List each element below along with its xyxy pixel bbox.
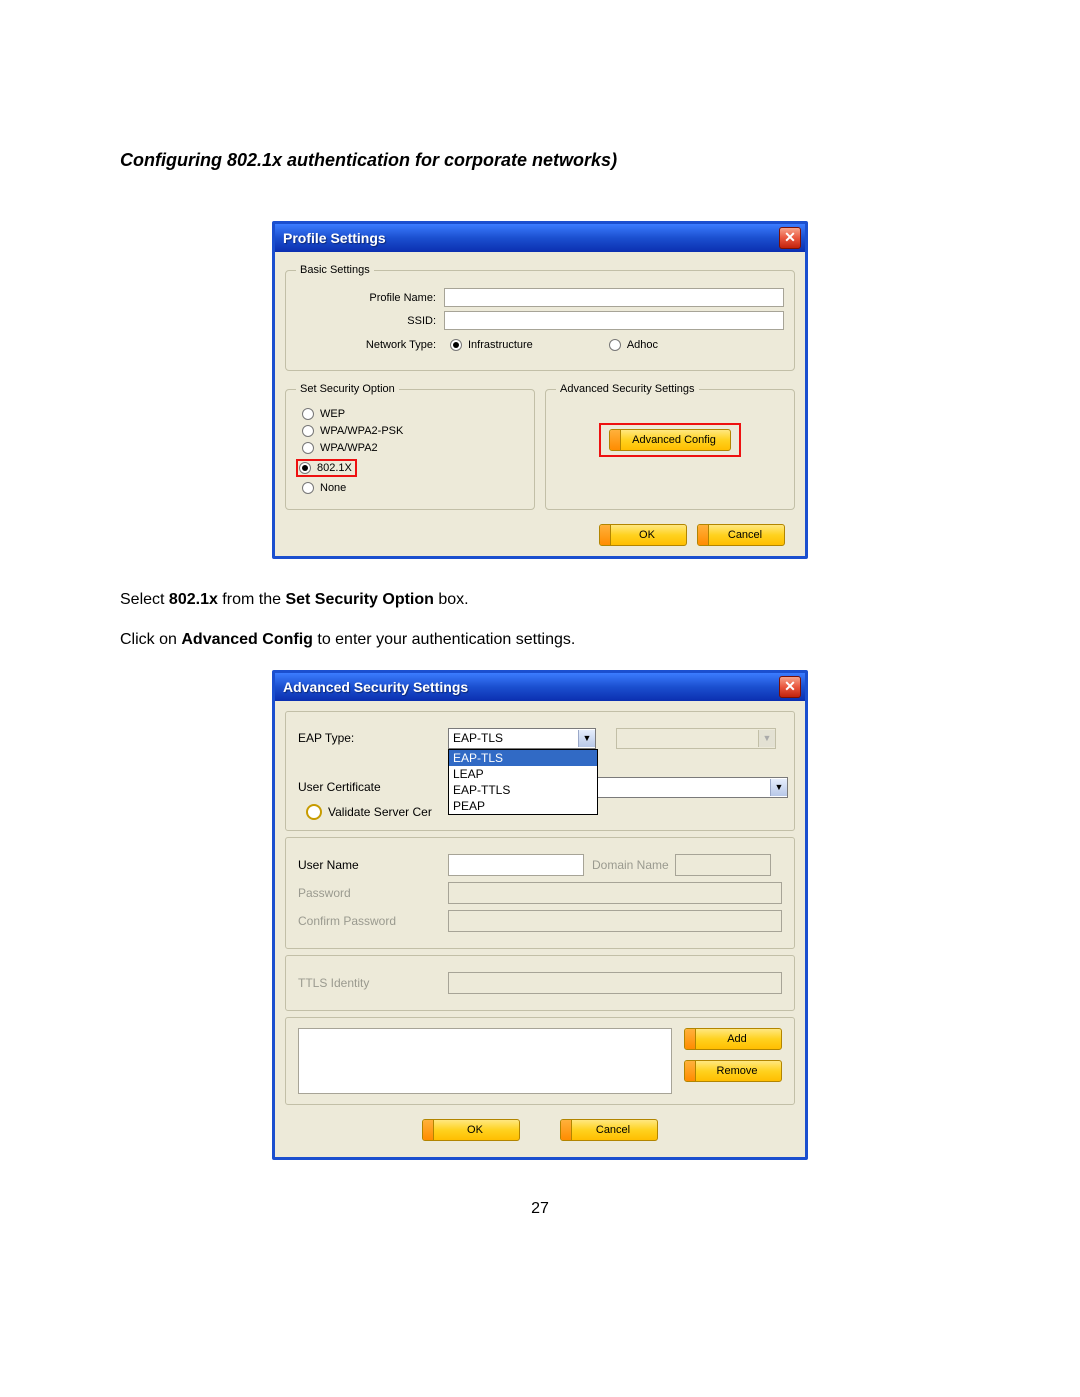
eap-type-dropdown: EAP-TLS LEAP EAP-TTLS PEAP [448,749,598,815]
security-option-legend: Set Security Option [296,383,399,395]
eap-type-select[interactable]: EAP-TLS ▼ EAP-TLS LEAP EAP-TTLS PEAP [448,728,596,749]
page-number: 27 [120,1200,960,1218]
chevron-down-icon: ▼ [770,779,787,796]
eap-subtype-select: ▼ [616,728,776,749]
instruction-2: Click on Advanced Config to enter your a… [120,629,960,651]
advanced-security-group: Advanced Security Settings Advanced Conf… [545,383,795,510]
eap-panel: EAP Type: EAP-TLS ▼ EAP-TLS LEAP EAP-TTL… [285,711,795,831]
security-wpa-psk[interactable]: WPA/WPA2-PSK [302,425,524,437]
security-wep[interactable]: WEP [302,408,524,420]
radio-label: Infrastructure [468,339,533,351]
profile-name-input[interactable] [444,288,784,307]
eap-type-label: EAP Type: [298,731,448,745]
credentials-panel: User Name Domain Name Password Confirm P… [285,837,795,949]
user-certificate-label: User Certificate [298,780,448,794]
instruction-1: Select 802.1x from the Set Security Opti… [120,589,960,611]
section-heading: Configuring 802.1x authentication for co… [120,150,960,171]
dropdown-option[interactable]: EAP-TLS [449,750,597,766]
confirm-password-input [448,910,782,932]
ttls-identity-label: TTLS Identity [298,976,448,990]
radio-icon [302,408,314,420]
select-value: EAP-TLS [453,731,503,745]
profile-settings-dialog: Profile Settings ✕ Basic Settings Profil… [272,221,808,559]
user-name-input[interactable] [448,854,584,876]
dialog-title: Profile Settings [283,230,386,246]
remove-button[interactable]: Remove [684,1060,782,1082]
network-type-label: Network Type: [296,339,444,351]
radio-label: WEP [320,408,345,420]
domain-name-label: Domain Name [592,858,669,872]
radio-icon [302,442,314,454]
ok-button[interactable]: OK [422,1119,520,1141]
password-label: Password [298,886,448,900]
titlebar: Profile Settings ✕ [275,224,805,252]
validate-cert-radio-icon[interactable] [306,804,322,820]
profile-name-label: Profile Name: [296,292,444,304]
user-name-label: User Name [298,858,448,872]
ok-button[interactable]: OK [599,524,687,546]
radio-icon [450,339,462,351]
domain-name-input [675,854,771,876]
titlebar: Advanced Security Settings ✕ [275,673,805,701]
dropdown-option[interactable]: EAP-TTLS [449,782,597,798]
security-8021x-highlighted[interactable]: 802.1X [296,459,357,477]
radio-icon [299,462,311,474]
dropdown-option[interactable]: LEAP [449,766,597,782]
radio-label: WPA/WPA2 [320,442,378,454]
confirm-password-label: Confirm Password [298,914,448,928]
ssid-label: SSID: [296,315,444,327]
chevron-down-icon: ▼ [758,730,775,747]
ttls-panel: TTLS Identity [285,955,795,1011]
ssid-input[interactable] [444,311,784,330]
radio-icon [302,482,314,494]
password-input [448,882,782,904]
validate-cert-label: Validate Server Cer [328,805,432,819]
cancel-button[interactable]: Cancel [697,524,785,546]
security-wpa[interactable]: WPA/WPA2 [302,442,524,454]
network-type-infrastructure[interactable]: Infrastructure [450,339,533,351]
security-none[interactable]: None [302,482,524,494]
cancel-button[interactable]: Cancel [560,1119,658,1141]
ttls-identity-input [448,972,782,994]
radio-label: WPA/WPA2-PSK [320,425,403,437]
list-panel: Add Remove [285,1017,795,1105]
close-icon[interactable]: ✕ [779,227,801,249]
certificate-list[interactable] [298,1028,672,1094]
dialog-title: Advanced Security Settings [283,679,468,695]
advanced-config-button[interactable]: Advanced Config [609,429,731,451]
radio-label: Adhoc [627,339,658,351]
radio-icon [302,425,314,437]
basic-settings-legend: Basic Settings [296,264,374,276]
dropdown-option[interactable]: PEAP [449,798,597,814]
chevron-down-icon: ▼ [578,730,595,747]
radio-label: None [320,482,346,494]
advanced-security-dialog: Advanced Security Settings ✕ EAP Type: E… [272,670,808,1160]
basic-settings-group: Basic Settings Profile Name: SSID: Netwo… [285,264,795,371]
network-type-adhoc[interactable]: Adhoc [609,339,658,351]
radio-label: 802.1X [317,462,352,474]
close-icon[interactable]: ✕ [779,676,801,698]
add-button[interactable]: Add [684,1028,782,1050]
radio-icon [609,339,621,351]
advanced-security-legend: Advanced Security Settings [556,383,699,395]
security-option-group: Set Security Option WEP WPA/WPA2-PSK WPA… [285,383,535,510]
advanced-config-highlight: Advanced Config [599,423,741,457]
